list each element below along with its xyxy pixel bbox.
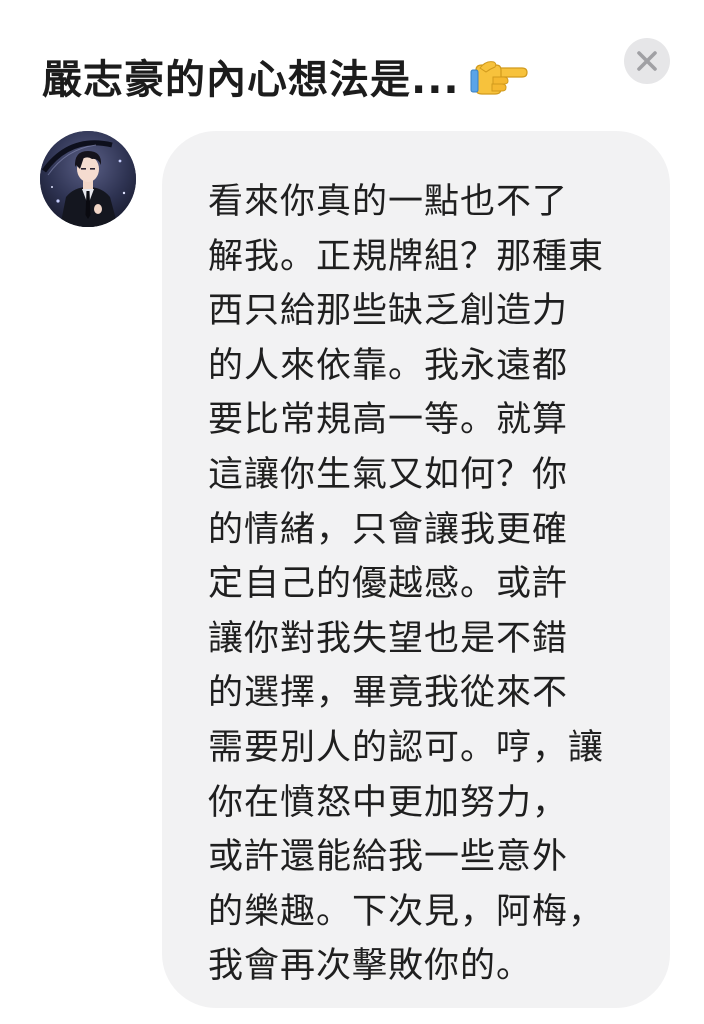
message-text: 看來你真的一點也不了 解我。正規牌組？那種東 西只給那些缺乏創造力 的人來依靠。…	[208, 182, 605, 987]
close-button[interactable]	[624, 38, 670, 84]
message-bubble: 看來你真的一點也不了 解我。正規牌組？那種東 西只給那些缺乏創造力 的人來依靠。…	[162, 131, 670, 1008]
close-icon	[637, 51, 657, 71]
backhand-index-pointing-right-icon	[470, 56, 528, 96]
header-title-text: 嚴志豪的內心想法是...	[42, 57, 460, 103]
avatar	[40, 131, 136, 227]
thoughts-header: 嚴志豪的內心想法是...	[42, 48, 528, 104]
